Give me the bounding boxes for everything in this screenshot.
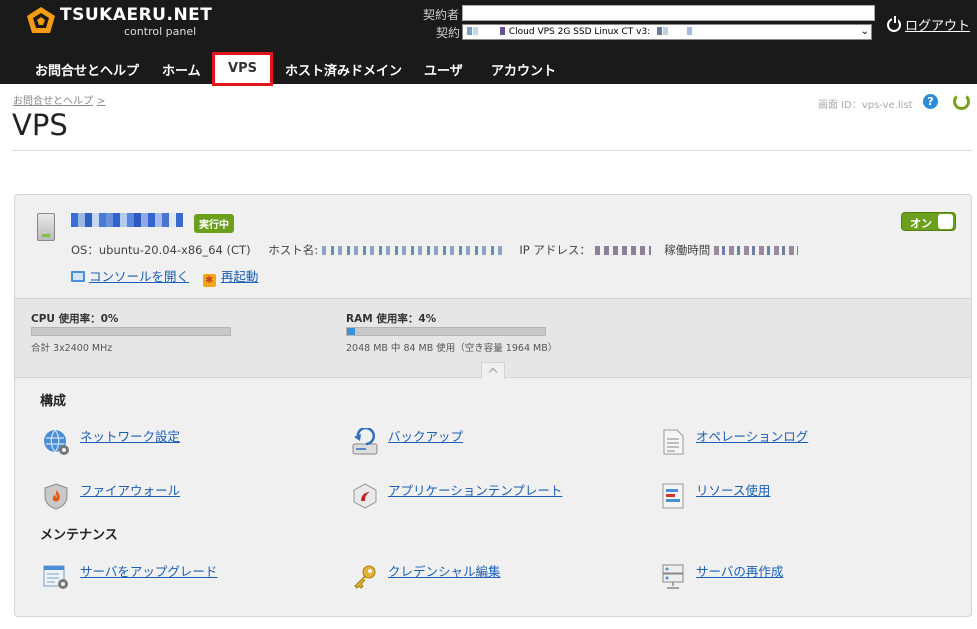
contractor-field[interactable] <box>462 5 875 21</box>
firewall-icon <box>44 483 68 510</box>
host-label: ホスト名: <box>268 243 319 257</box>
top-bar: TSUKAERU.NET control panel 契約者 契約 Cloud … <box>0 0 977 84</box>
nav-item-vps-label: VPS <box>228 61 257 76</box>
screen-id: 画面 ID：vps-ve.list <box>818 96 913 111</box>
refresh-icon[interactable] <box>953 93 970 110</box>
nav-item-hosted-domains[interactable]: ホスト済みドメイン <box>285 60 402 79</box>
cpu-usage-bar <box>31 327 231 336</box>
section-title-maintenance: メンテナンス <box>40 528 118 543</box>
section-title-config: 構成 <box>40 394 67 409</box>
server-rebuild-icon <box>662 564 684 589</box>
logout-button[interactable]: ログアウト <box>887 15 970 34</box>
collapse-toggle[interactable] <box>481 362 505 379</box>
chevron-down-icon: ⌄ <box>860 26 869 37</box>
server-rebuild-link[interactable]: サーバの再作成 <box>696 561 783 580</box>
application-template-link[interactable]: アプリケーションテンプレート <box>388 480 562 499</box>
ram-usage-bar <box>346 327 546 336</box>
operation-log-icon <box>663 429 684 455</box>
server-actions: コンソールを開く ✱ 再起動 <box>71 266 258 287</box>
uptime-value <box>713 246 798 255</box>
ram-usage-title: RAM 使用率：4% <box>346 313 437 325</box>
toggle-knob <box>938 214 953 229</box>
contract-select[interactable]: Cloud VPS 2G SSD Linux CT v3: ⌄ <box>462 24 872 40</box>
server-info: OS：ubuntu-20.04-x86_64 (CT) ホスト名: IP アドレ… <box>71 242 798 258</box>
server-upgrade-icon <box>43 565 68 589</box>
power-icon <box>887 16 901 32</box>
application-template-icon <box>353 483 377 509</box>
resource-usage-link[interactable]: リソース使用 <box>696 480 770 499</box>
status-badge: 実行中 <box>194 214 234 233</box>
ram-usage-detail: 2048 MB 中 84 MB 使用（空き容量 1964 MB） <box>346 343 558 354</box>
backup-icon <box>352 428 378 455</box>
nav-item-vps[interactable]: VPS <box>212 52 273 86</box>
ram-usage-fill <box>347 328 355 335</box>
server-name[interactable] <box>71 213 189 231</box>
screen-id-label: 画面 ID： <box>818 100 862 111</box>
nav-item-users[interactable]: ユーザ <box>424 60 463 79</box>
network-settings-icon <box>44 429 69 455</box>
resource-usage-icon <box>662 483 684 509</box>
server-icon <box>37 213 55 241</box>
restart-link[interactable]: 再起動 <box>221 269 259 284</box>
server-upgrade-link[interactable]: サーバをアップグレード <box>80 561 217 580</box>
power-toggle-label: オン <box>910 217 932 230</box>
contractor-label: 契約者 <box>423 8 460 22</box>
key-icon <box>354 565 376 589</box>
logo-icon <box>27 7 55 33</box>
host-value <box>321 246 502 255</box>
vps-panel: 実行中 オン OS：ubuntu-20.04-x86_64 (CT) ホスト名:… <box>14 194 972 617</box>
contract-label: 契約 <box>436 26 461 40</box>
logout-label: ログアウト <box>905 19 971 34</box>
breadcrumb-separator: > <box>97 96 106 107</box>
logo[interactable]: TSUKAERU.NET control panel <box>26 4 216 38</box>
logo-subtitle: control panel <box>124 25 197 38</box>
breadcrumb: お問合せとヘルプ > <box>13 92 105 107</box>
backup-link[interactable]: バックアップ <box>388 426 463 445</box>
ip-value <box>594 246 651 255</box>
help-icon[interactable]: ? <box>923 94 938 109</box>
divider <box>12 150 972 151</box>
monitor-icon <box>71 271 85 282</box>
nav-item-help[interactable]: お問合せとヘルプ <box>35 60 139 79</box>
contract-value: Cloud VPS 2G SSD Linux CT v3: <box>508 27 651 37</box>
cpu-usage-detail: 合計 3x2400 MHz <box>31 343 113 354</box>
logo-text: TSUKAERU.NET <box>60 5 213 25</box>
os-label: OS： <box>71 243 99 257</box>
uptime-label: 稼働時間 <box>664 243 711 257</box>
page-title: VPS <box>12 108 68 142</box>
nav-item-home[interactable]: ホーム <box>162 60 201 79</box>
nav-item-account[interactable]: アカウント <box>491 60 556 79</box>
restart-icon: ✱ <box>202 274 216 287</box>
operation-log-link[interactable]: オペレーションログ <box>696 426 808 445</box>
power-toggle[interactable]: オン <box>901 212 956 231</box>
screen-id-value: vps-ve.list <box>861 100 913 111</box>
firewall-link[interactable]: ファイアウォール <box>80 480 180 499</box>
network-settings-link[interactable]: ネットワーク設定 <box>80 426 180 445</box>
edit-credentials-link[interactable]: クレデンシャル編集 <box>388 561 501 580</box>
ip-label: IP アドレス： <box>519 243 591 257</box>
cpu-usage-title: CPU 使用率：0% <box>31 313 119 325</box>
open-console-link[interactable]: コンソールを開く <box>89 269 189 284</box>
os-value: ubuntu-20.04-x86_64 (CT) <box>98 243 251 257</box>
breadcrumb-link-help[interactable]: お問合せとヘルプ <box>13 96 93 107</box>
